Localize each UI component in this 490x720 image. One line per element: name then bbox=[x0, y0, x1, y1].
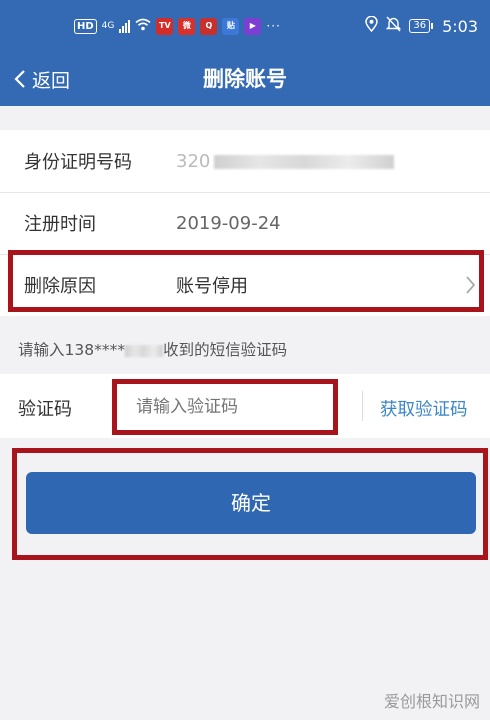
id-number-label: 身份证明号码 bbox=[24, 152, 132, 173]
delete-reason-value: 账号停用 bbox=[176, 276, 248, 297]
register-time-value: 2019-09-24 bbox=[176, 212, 281, 234]
sms-hint-prefix: 请输入138**** bbox=[18, 341, 126, 359]
redacted-phone bbox=[125, 344, 164, 357]
sms-hint-suffix: 收到的短信验证码 bbox=[163, 341, 288, 359]
wifi-icon bbox=[135, 18, 151, 34]
verification-code-label: 验证码 bbox=[18, 399, 72, 420]
account-info-card: 身份证明号码 320 注册时间 2019-09-24 删除原因 账号停用 bbox=[0, 130, 490, 316]
register-time-label: 注册时间 bbox=[24, 214, 96, 235]
weibo-icon: 微 bbox=[178, 17, 196, 35]
more-icon: ··· bbox=[266, 19, 281, 33]
register-time-row: 注册时间 2019-09-24 bbox=[0, 192, 490, 254]
delete-reason-label: 删除原因 bbox=[24, 276, 96, 297]
watermark: 爱创根知识网 bbox=[383, 692, 480, 711]
verification-code-input[interactable] bbox=[124, 386, 324, 428]
id-number-value: 320 bbox=[176, 150, 395, 172]
redacted-block bbox=[214, 154, 395, 169]
status-bar: HD 4G TV 微 Q 贴 ▶ ··· 36 5:03 bbox=[0, 0, 490, 52]
confirm-button[interactable]: 确定 bbox=[26, 472, 476, 534]
network-type: 4G bbox=[101, 21, 115, 31]
tv-app-icon: TV bbox=[156, 17, 174, 35]
search-app-icon: Q bbox=[200, 17, 218, 35]
id-number-row: 身份证明号码 320 bbox=[0, 130, 490, 192]
hd-indicator: HD bbox=[74, 18, 97, 34]
signal-icon bbox=[119, 19, 131, 33]
nav-bar: 返回 删除账号 bbox=[0, 52, 490, 106]
video-app-icon: ▶ bbox=[244, 17, 262, 35]
chevron-right-icon bbox=[466, 276, 476, 294]
delete-reason-row[interactable]: 删除原因 账号停用 bbox=[0, 254, 490, 316]
news-app-icon: 贴 bbox=[222, 17, 240, 35]
get-code-button[interactable]: 获取验证码 bbox=[380, 396, 468, 421]
location-icon bbox=[365, 15, 379, 36]
mute-icon bbox=[386, 16, 402, 36]
sms-hint: 请输入138**** 收到的短信验证码 bbox=[18, 338, 287, 360]
battery-icon: 36 bbox=[409, 19, 433, 33]
clock: 5:03 bbox=[442, 16, 478, 36]
id-number-prefix: 320 bbox=[176, 150, 211, 172]
divider-vertical bbox=[362, 391, 363, 421]
page-title: 删除账号 bbox=[203, 67, 287, 91]
